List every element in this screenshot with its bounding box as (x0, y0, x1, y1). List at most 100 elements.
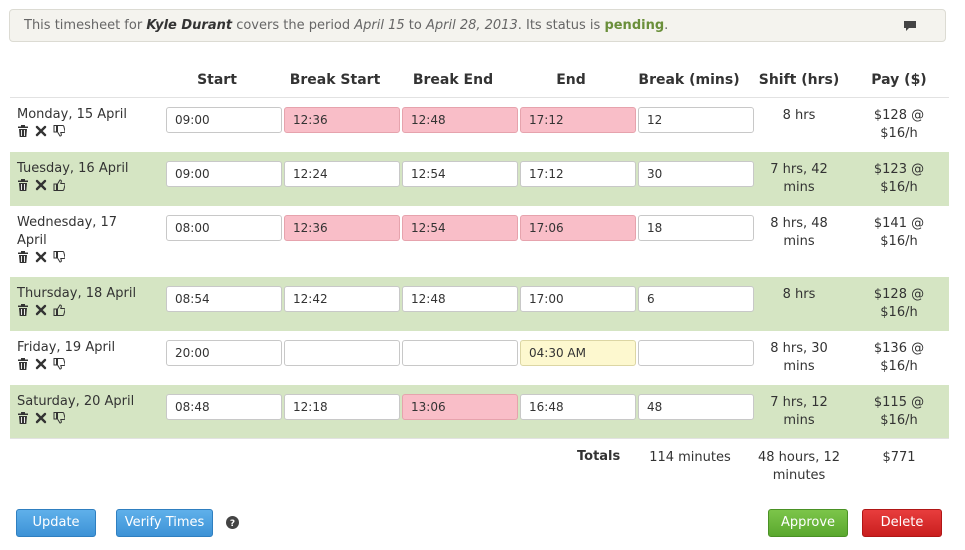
start-input[interactable] (166, 286, 282, 312)
thumbs-up-icon[interactable] (53, 179, 65, 191)
day-label: Monday, 15 April (17, 107, 127, 122)
close-icon[interactable] (35, 358, 47, 370)
pay-text: $16/h (880, 234, 918, 249)
banner-mid1: covers the period (232, 18, 355, 33)
total-pay: $771 (882, 450, 916, 465)
break-start-input[interactable] (284, 340, 400, 366)
thumbs-down-icon[interactable] (53, 358, 65, 370)
question-icon[interactable]: ? (226, 516, 239, 529)
shift-text: 8 hrs (782, 287, 816, 302)
day-label: Saturday, 20 April (17, 394, 135, 409)
shift-text: 8 hrs (782, 108, 816, 123)
break-mins-input[interactable] (638, 394, 754, 420)
pay-cell: $136 @ $16/h (856, 340, 942, 376)
pay-text: $123 @ (873, 162, 925, 177)
break-start-input[interactable] (284, 215, 400, 241)
end-input[interactable] (520, 286, 636, 312)
start-input[interactable] (166, 340, 282, 366)
pay-cell: $123 @ $16/h (856, 161, 942, 197)
trash-icon[interactable] (17, 251, 29, 263)
total-shift-line-1: 48 hours, 12 (757, 450, 841, 465)
start-input[interactable] (166, 161, 282, 187)
pay-text: $16/h (880, 126, 918, 141)
column-header-start: Start (197, 72, 237, 88)
break-end-input[interactable] (402, 340, 518, 366)
trash-icon[interactable] (17, 304, 29, 316)
trash-icon[interactable] (17, 179, 29, 191)
close-icon[interactable] (35, 304, 47, 316)
pay-text: $16/h (880, 413, 918, 428)
banner-mid3: . Its status is (517, 18, 605, 33)
pay-cell: $128 @ $16/h (856, 286, 942, 322)
banner-mid2: to (404, 18, 426, 33)
break-end-input[interactable] (402, 394, 518, 420)
verify-times-button[interactable]: Verify Times (116, 509, 213, 537)
table-row: Thursday, 18 April 8 hrs $128 @ $16/h (10, 277, 949, 331)
break-start-input[interactable] (284, 394, 400, 420)
totals-divider (10, 438, 949, 439)
shift-text: mins (783, 359, 815, 374)
delete-button[interactable]: Delete (862, 509, 942, 537)
shift-text: mins (783, 234, 815, 249)
end-input[interactable] (520, 340, 636, 366)
break-end-input[interactable] (402, 107, 518, 133)
close-icon[interactable] (35, 179, 47, 191)
thumbs-up-icon[interactable] (53, 304, 65, 316)
start-input[interactable] (166, 107, 282, 133)
day-cell: Tuesday, 16 April (17, 160, 157, 191)
row-actions (17, 251, 157, 263)
day-label: Friday, 19 April (17, 340, 116, 355)
break-start-input[interactable] (284, 107, 400, 133)
table-row: Saturday, 20 April 7 hrs, 12 mins $115 @ $16… (10, 385, 949, 438)
pay-text: $136 @ (873, 341, 925, 356)
shift-cell: 8 hrs, 30 mins (752, 340, 846, 376)
table-row: Tuesday, 16 April 7 hrs, 42 mins $123 @ $16/… (10, 152, 949, 206)
shift-text: 7 hrs, 12 (770, 395, 828, 410)
break-mins-input[interactable] (638, 340, 754, 366)
pay-text: $16/h (880, 180, 918, 195)
trash-icon[interactable] (17, 358, 29, 370)
shift-cell: 8 hrs (752, 286, 846, 304)
update-button[interactable]: Update (16, 509, 96, 537)
break-end-input[interactable] (402, 286, 518, 312)
total-break: 114 minutes (649, 450, 731, 465)
pay-text: $115 @ (873, 395, 925, 410)
break-mins-input[interactable] (638, 215, 754, 241)
pay-cell: $141 @ $16/h (856, 215, 942, 251)
thumbs-down-icon[interactable] (53, 251, 65, 263)
close-icon[interactable] (35, 251, 47, 263)
break-end-input[interactable] (402, 161, 518, 187)
shift-text: 7 hrs, 42 (770, 162, 828, 177)
end-input[interactable] (520, 215, 636, 241)
break-end-input[interactable] (402, 215, 518, 241)
end-input[interactable] (520, 107, 636, 133)
approve-button[interactable]: Approve (768, 509, 848, 537)
break-mins-input[interactable] (638, 161, 754, 187)
column-header-pay: Pay ($) (871, 72, 927, 88)
shift-cell: 7 hrs, 12 mins (752, 394, 846, 430)
break-mins-input[interactable] (638, 286, 754, 312)
employee-name: Kyle Durant (146, 18, 233, 33)
row-actions (17, 179, 157, 191)
trash-icon[interactable] (17, 125, 29, 137)
end-input[interactable] (520, 394, 636, 420)
comment-icon[interactable] (903, 20, 917, 32)
status-badge: pending (604, 18, 665, 33)
close-icon[interactable] (35, 412, 47, 424)
pay-text: $16/h (880, 305, 918, 320)
break-start-input[interactable] (284, 161, 400, 187)
period-end-date: April 28, 2013 (425, 18, 518, 33)
thumbs-down-icon[interactable] (53, 412, 65, 424)
day-label: Wednesday, 17 April (17, 215, 118, 248)
pay-text: $141 @ (873, 216, 925, 231)
start-input[interactable] (166, 215, 282, 241)
start-input[interactable] (166, 394, 282, 420)
break-start-input[interactable] (284, 286, 400, 312)
shift-text: mins (783, 413, 815, 428)
end-input[interactable] (520, 161, 636, 187)
total-shift-line-2: minutes (772, 468, 826, 483)
break-mins-input[interactable] (638, 107, 754, 133)
thumbs-down-icon[interactable] (53, 125, 65, 137)
trash-icon[interactable] (17, 412, 29, 424)
close-icon[interactable] (35, 125, 47, 137)
